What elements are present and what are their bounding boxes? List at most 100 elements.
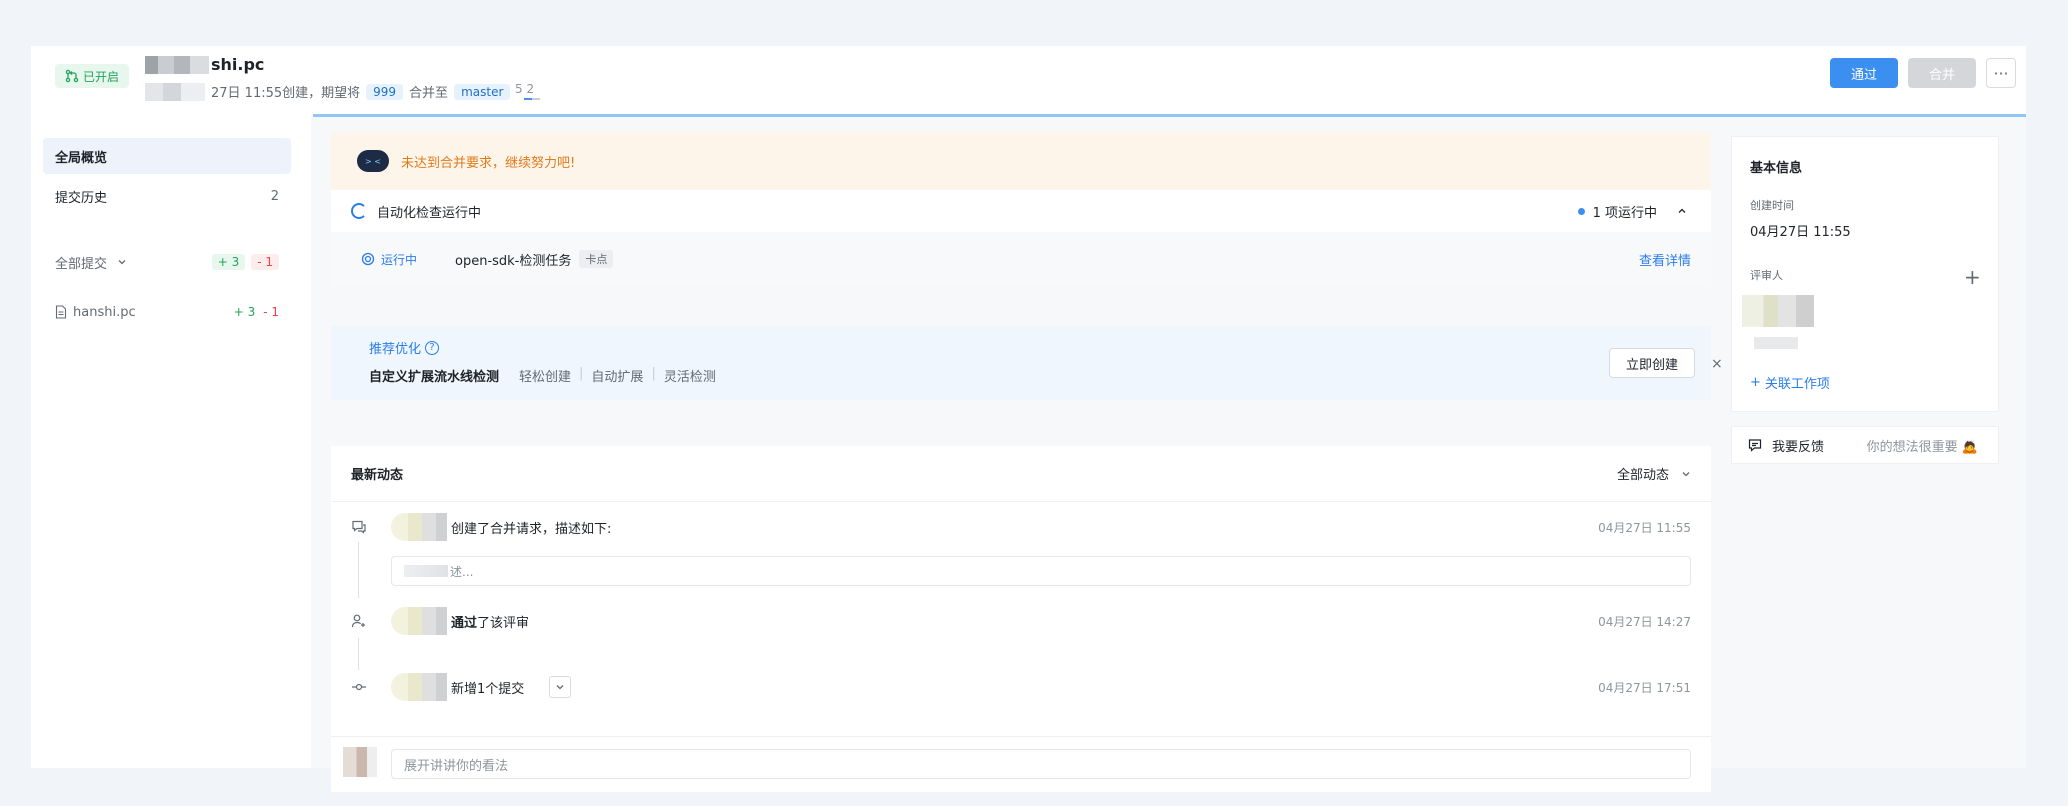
comment-icon (352, 520, 366, 534)
activity-time: 04月27日 17:51 (1598, 680, 1691, 695)
gate-badge: 卡点 (579, 250, 614, 268)
sidebar: 全局概览 提交历史 2 全部提交 + 3 - 1 hanshi.pc + 3 -… (31, 116, 311, 768)
additions-badge: + 3 (211, 254, 246, 270)
help-icon[interactable]: ? (425, 340, 440, 355)
merge-warning-banner: > < 未达到合并要求，继续努力吧! (331, 132, 1711, 190)
avatar (391, 513, 447, 541)
running-summary: 1 项运行中 (1577, 202, 1687, 221)
activity-text: 新增1个提交 (451, 681, 525, 697)
timeline-connector (358, 638, 359, 670)
feedback-label: 我要反馈 (1772, 439, 1825, 455)
recommend-item: 自动扩展 (591, 370, 644, 385)
view-detail-link[interactable]: 查看详情 (1639, 250, 1691, 269)
activity-title: 最新动态 (351, 468, 404, 483)
file-additions: + 3 (233, 305, 256, 319)
file-item[interactable]: hanshi.pc + 3 - 1 (43, 296, 291, 328)
all-commits-label: 全部提交 (55, 256, 108, 272)
diff-ratio-bar (524, 98, 540, 100)
activity-text: 创建了合并请求，描述如下: (451, 521, 612, 537)
page-title: shi.pc (145, 55, 264, 74)
chevron-down-icon (556, 685, 564, 690)
meta-date: 27日 11:55创建，期望将 (211, 86, 361, 101)
deletions-badge: - 1 (251, 254, 279, 270)
file-deletions: - 1 (263, 305, 279, 319)
basic-info-card: 基本信息 创建时间 04月27日 11:55 评审人 + + 关联工作项 (1731, 136, 1999, 412)
mr-meta: 27日 11:55创建，期望将 999 合并至 master (145, 82, 511, 101)
comment-input[interactable]: 展开讲讲你的看法 (391, 749, 1691, 779)
sidebar-item-label: 提交历史 (55, 190, 108, 206)
running-dot-icon (1577, 207, 1585, 215)
running-count: 1 项运行中 (1592, 205, 1657, 221)
robot-icon: > < (357, 150, 389, 172)
commit-icon (352, 683, 366, 691)
activity-time: 04月27日 14:27 (1598, 614, 1691, 629)
created-value: 04月27日 11:55 (1750, 225, 1851, 240)
recommend-line: 自定义扩展流水线检测 轻松创建 | 自动扩展 | 灵活检测 (369, 366, 716, 385)
timeline-connector (358, 542, 359, 598)
redacted-text (404, 565, 448, 577)
link-work-item-button[interactable]: + 关联工作项 (1750, 373, 1830, 392)
info-title: 基本信息 (1750, 161, 1803, 176)
sidebar-item-overview[interactable]: 全局概览 (43, 138, 291, 174)
separator: | (651, 366, 656, 381)
activity-row: 通过了该评审 04月27日 14:27 (331, 606, 1711, 636)
description-box: 述... (391, 556, 1691, 586)
recommend-title: 推荐优化 ? (369, 338, 440, 357)
activity-text: 通过了该评审 (451, 615, 530, 631)
task-status-label: 运行中 (381, 252, 418, 267)
sidebar-item-label: 全局概览 (55, 150, 108, 166)
avatar (343, 747, 377, 777)
target-branch-chip[interactable]: master (454, 83, 511, 100)
comment-composer: 展开讲讲你的看法 (331, 736, 1711, 792)
redacted-title (145, 55, 209, 74)
avatar (391, 673, 447, 701)
activity-card: 最新动态 全部动态 创建了合并请求，描述如下: 04月27日 11:55 述..… (331, 446, 1711, 792)
check-task-row: 运行中 open-sdk-检测任务 卡点 查看详情 (331, 232, 1711, 286)
status-badge: 已开启 (55, 64, 130, 88)
user-add-icon (351, 614, 365, 628)
history-count: 2 (270, 188, 279, 204)
activity-header: 最新动态 全部动态 (331, 446, 1711, 502)
all-commits-dropdown[interactable]: 全部提交 + 3 - 1 (43, 246, 291, 278)
status-label: 已开启 (83, 69, 120, 84)
recommend-headline: 自定义扩展流水线检测 (369, 370, 500, 385)
task-name: open-sdk-检测任务 (455, 253, 572, 269)
chevron-down-icon (118, 260, 126, 265)
file-icon (55, 305, 67, 319)
merge-button[interactable]: 合并 (1908, 58, 1976, 88)
source-branch-chip[interactable]: 999 (366, 83, 404, 100)
feedback-hint: 你的想法很重要 🙇 (1866, 439, 1978, 455)
activity-time: 04月27日 11:55 (1598, 520, 1691, 535)
warning-text: 未达到合并要求，继续努力吧! (401, 155, 576, 171)
add-reviewer-icon[interactable]: + (1964, 265, 1981, 289)
recommend-item: 轻松创建 (519, 370, 572, 385)
task-status: 运行中 (361, 251, 455, 268)
running-icon (361, 252, 375, 266)
title-text: shi.pc (211, 55, 265, 74)
feedback-bar[interactable]: 我要反馈 你的想法很重要 🙇 (1731, 426, 1999, 464)
mr-header: 已开启 shi.pc 27日 11:55创建，期望将 999 合并至 maste… (31, 46, 2026, 116)
create-now-button[interactable]: 立即创建 (1609, 348, 1695, 378)
auto-check-row[interactable]: 自动化检查运行中 1 项运行中 (331, 190, 1711, 232)
plus-icon: + (1750, 375, 1761, 390)
activity-filter-dropdown[interactable]: 全部动态 (1617, 464, 1691, 483)
approve-button[interactable]: 通过 (1830, 58, 1898, 88)
close-icon[interactable]: × (1711, 356, 1723, 372)
more-options-button[interactable]: ··· (1986, 58, 2016, 88)
sidebar-item-history[interactable]: 提交历史 2 (43, 178, 291, 214)
activity-row: 创建了合并请求，描述如下: 04月27日 11:55 (331, 512, 1711, 542)
link-work-label: 关联工作项 (1764, 377, 1830, 392)
activity-row: 新增1个提交 04月27日 17:51 (331, 672, 1711, 702)
reviewer-name-redacted (1754, 337, 1798, 349)
chevron-up-icon[interactable] (1677, 206, 1687, 216)
page-progress-line (313, 114, 2026, 117)
recommend-item: 灵活检测 (663, 370, 716, 385)
recommend-banner: 推荐优化 ? 自定义扩展流水线检测 轻松创建 | 自动扩展 | 灵活检测 立即创… (331, 326, 1723, 400)
more-icon: ··· (1993, 63, 2009, 83)
chevron-down-icon (1682, 471, 1690, 476)
redacted-author (145, 82, 205, 101)
expand-commits-button[interactable] (549, 676, 571, 698)
loading-spinner-icon (351, 203, 367, 219)
created-label: 创建时间 (1750, 199, 1794, 212)
reviewer-avatar (1742, 295, 1814, 327)
